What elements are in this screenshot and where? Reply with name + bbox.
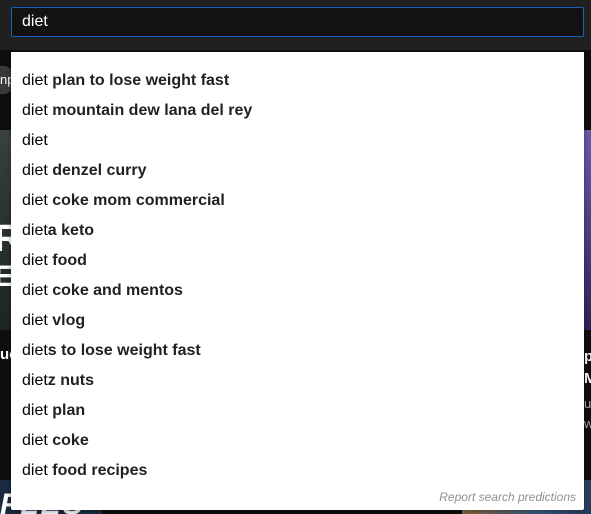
suggestion-item[interactable]: diet	[11, 126, 584, 156]
suggestion-item[interactable]: diet vlog	[11, 306, 584, 336]
suggestion-completion: coke mom commercial	[47, 192, 225, 209]
suggestion-prefix: diet	[22, 132, 48, 149]
suggestion-list: diet plan to lose weight fast diet mounta…	[11, 52, 584, 486]
suggestion-item[interactable]: diet plan to lose weight fast	[11, 66, 584, 96]
suggestion-completion: coke and mentos	[47, 282, 183, 299]
suggestion-completion: vlog	[47, 312, 86, 329]
suggestion-prefix: diet	[22, 462, 48, 479]
suggestion-item[interactable]: dietz nuts	[11, 366, 584, 396]
suggestion-prefix: diet	[22, 252, 48, 269]
suggestion-item[interactable]: diets to lose weight fast	[11, 336, 584, 366]
suggestion-prefix: diet	[22, 312, 48, 329]
suggestion-item[interactable]: diet coke mom commercial	[11, 186, 584, 216]
suggestion-prefix: diet	[22, 432, 48, 449]
suggestion-prefix: diet	[22, 72, 48, 89]
suggestion-completion: food	[47, 252, 87, 269]
report-search-predictions-link[interactable]: Report search predictions	[439, 490, 576, 504]
suggestion-completion: plan to lose weight fast	[47, 72, 230, 89]
suggestion-prefix: diet	[22, 372, 48, 389]
search-suggestions-dropdown: diet plan to lose weight fast diet mounta…	[11, 52, 584, 510]
suggestion-item[interactable]: diet food	[11, 246, 584, 276]
suggestion-completion: denzel curry	[47, 162, 147, 179]
suggestion-item[interactable]: diet plan	[11, 396, 584, 426]
suggestion-completion: food recipes	[47, 462, 148, 479]
suggestion-completion: mountain dew lana del rey	[47, 102, 253, 119]
video-meta-right: u w	[584, 394, 591, 434]
video-title-line: M	[584, 370, 591, 387]
video-title-right[interactable]: p M	[584, 346, 591, 390]
suggestion-prefix: diet	[22, 222, 48, 239]
suggestion-completion: s to lose weight fast	[47, 342, 201, 359]
search-box[interactable]	[11, 7, 584, 37]
suggestion-prefix: diet	[22, 192, 48, 209]
suggestion-item[interactable]: diet denzel curry	[11, 156, 584, 186]
search-input[interactable]	[22, 8, 562, 36]
video-title-line: p	[584, 348, 591, 365]
suggestion-item[interactable]: diet coke	[11, 426, 584, 456]
suggestion-completion: coke	[47, 432, 89, 449]
suggestion-prefix: diet	[22, 102, 48, 119]
video-meta-line: w	[584, 416, 591, 431]
suggestion-item[interactable]: diet mountain dew lana del rey	[11, 96, 584, 126]
suggestion-prefix: diet	[22, 162, 48, 179]
suggestion-item[interactable]: diet food recipes	[11, 456, 584, 486]
video-thumbnail-right[interactable]	[583, 130, 591, 330]
suggestion-item[interactable]: diet coke and mentos	[11, 276, 584, 306]
suggestion-item[interactable]: dieta keto	[11, 216, 584, 246]
suggestion-prefix: diet	[22, 342, 48, 359]
suggestion-prefix: diet	[22, 402, 48, 419]
suggestion-completion: z nuts	[47, 372, 95, 389]
suggestion-prefix: diet	[22, 282, 48, 299]
video-meta-line: u	[584, 396, 591, 411]
suggestion-completion: a keto	[47, 222, 95, 239]
suggestion-completion: plan	[47, 402, 86, 419]
